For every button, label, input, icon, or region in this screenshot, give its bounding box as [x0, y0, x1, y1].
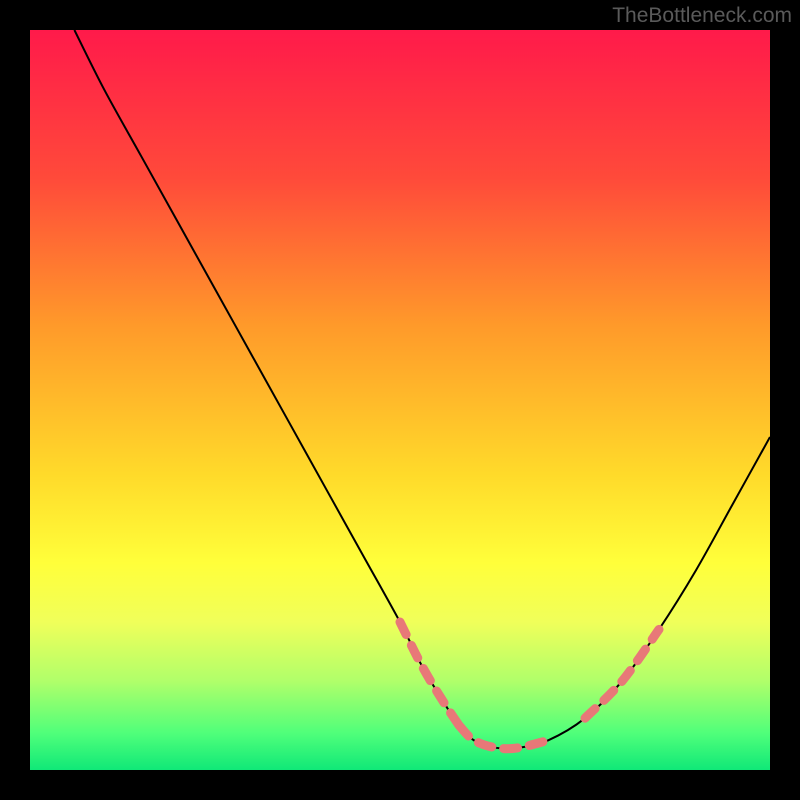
dash-left-segment	[400, 622, 459, 726]
dash-right-segment	[585, 629, 659, 718]
plot-area	[30, 30, 770, 770]
chart-container: TheBottleneck.com	[0, 0, 800, 800]
dash-bottom-segment	[459, 726, 548, 749]
curve-layer	[30, 30, 770, 770]
bottleneck-curve	[74, 30, 770, 749]
watermark-text: TheBottleneck.com	[612, 4, 792, 28]
